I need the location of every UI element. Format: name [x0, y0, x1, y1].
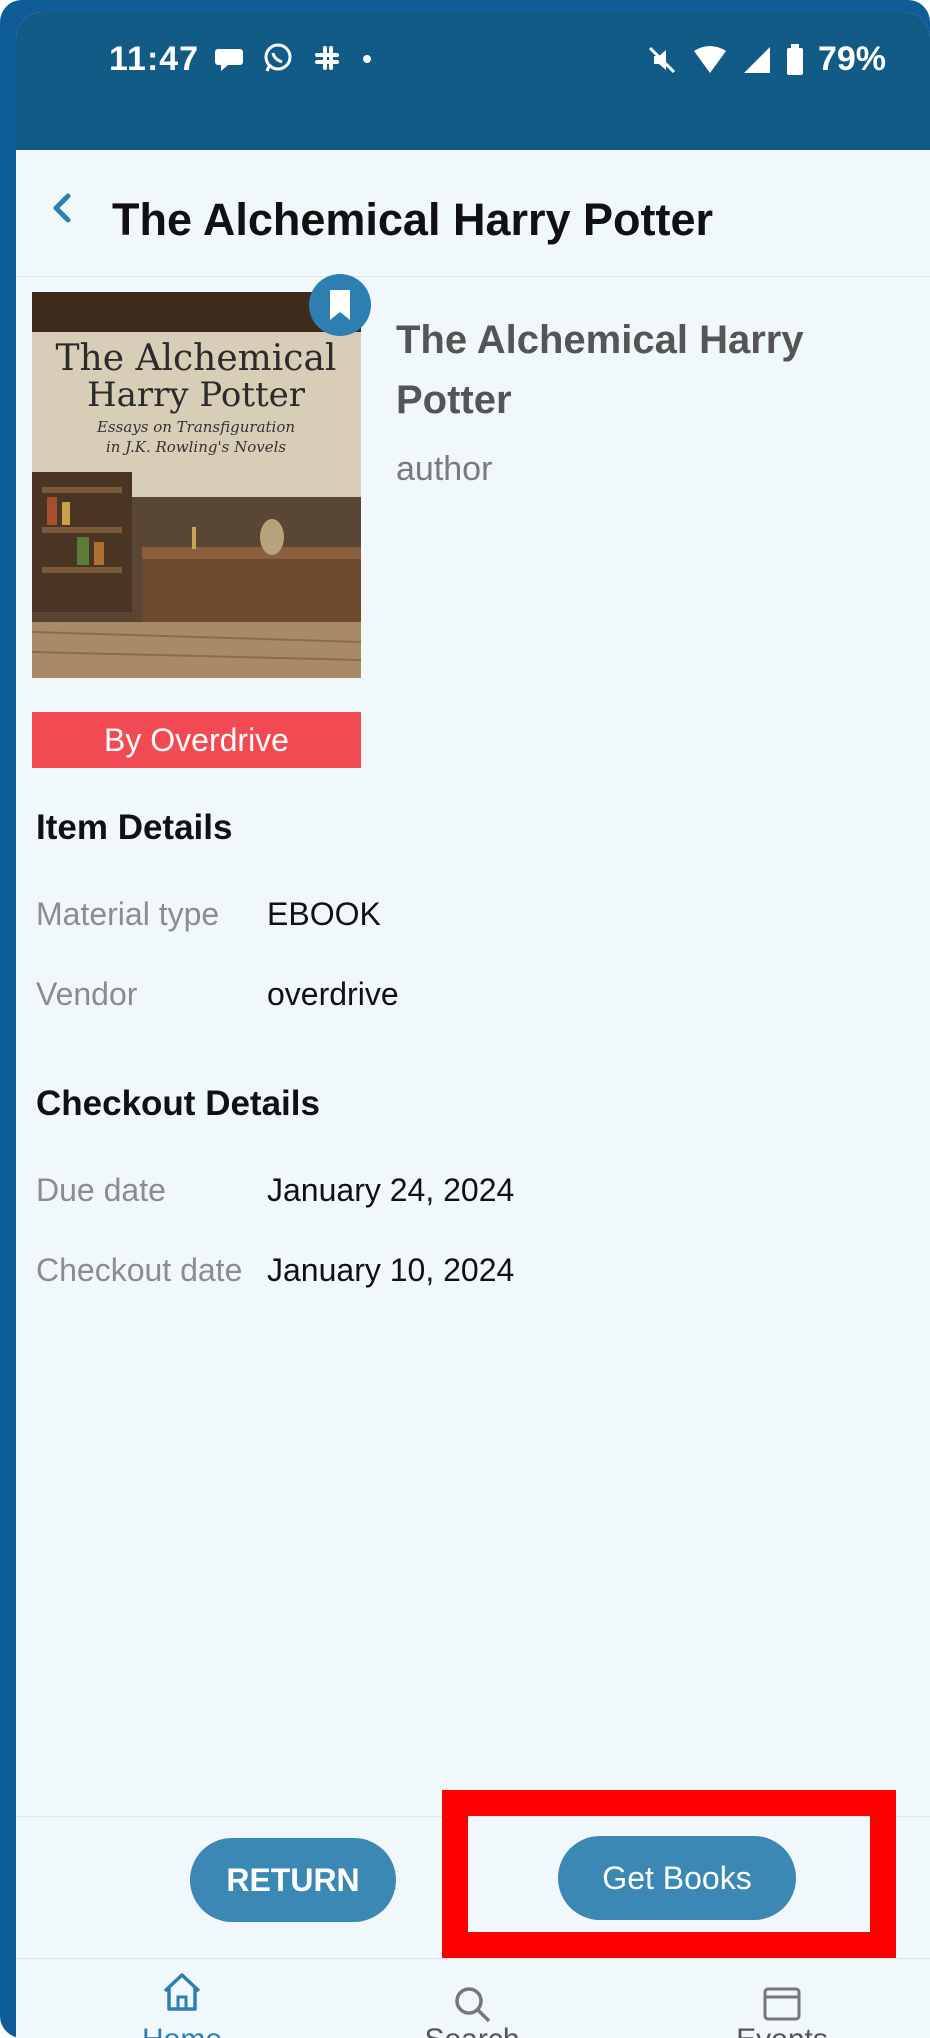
tab-events-label: Events — [682, 2023, 882, 2038]
vendor-value: overdrive — [267, 976, 399, 1012]
chat-bubble-icon — [215, 49, 243, 71]
events-icon — [763, 1987, 801, 2021]
whatsapp-icon — [264, 43, 292, 72]
book-cover-image: The Alchemical Harry Potter Essays on Tr… — [32, 292, 361, 678]
vendor-label: Vendor — [36, 976, 138, 1012]
wifi-icon — [693, 45, 726, 73]
system-icons: 79% — [646, 40, 886, 79]
checkout-details-heading: Checkout Details — [36, 1084, 320, 1123]
cover-subtitle-line2: in J.K. Rowling's Novels — [106, 438, 287, 456]
bookmark-button[interactable] — [309, 274, 371, 336]
tab-search[interactable]: Search — [372, 1959, 572, 2038]
book-title: The Alchemical Harry Potter — [396, 318, 804, 422]
bottom-tab-bar: Home Search Events — [16, 1958, 930, 2038]
cover-subtitle-line1: Essays on Transfiguration — [96, 418, 295, 436]
tab-home[interactable]: Home — [82, 1959, 282, 2038]
back-button[interactable] — [44, 186, 80, 234]
device-frame: 11:47 79% The Alchemical Harry Potter Th… — [0, 0, 930, 2038]
due-date-value: January 24, 2024 — [267, 1172, 515, 1208]
signal-icon — [743, 46, 770, 73]
mute-icon — [648, 46, 675, 73]
return-button[interactable]: RETURN — [190, 1838, 396, 1922]
cover-title-line2: Harry Potter — [87, 375, 306, 415]
slack-icon — [315, 46, 339, 70]
battery-icon — [786, 43, 803, 75]
notification-icons — [214, 42, 374, 74]
get-books-button[interactable]: Get Books — [558, 1836, 796, 1920]
tab-search-label: Search — [372, 2023, 572, 2038]
bookmark-icon — [330, 290, 350, 320]
checkout-date-value: January 10, 2024 — [267, 1252, 515, 1288]
book-cover[interactable]: The Alchemical Harry Potter Essays on Tr… — [32, 292, 361, 678]
app-header: The Alchemical Harry Potter — [16, 150, 930, 277]
material-type-value: EBOOK — [267, 896, 381, 932]
battery-percent: 79% — [817, 40, 886, 78]
tab-home-label: Home — [82, 2023, 282, 2038]
home-icon — [163, 1973, 201, 2011]
material-type-label: Material type — [36, 896, 220, 932]
item-details-heading: Item Details — [36, 808, 233, 847]
page-title: The Alchemical Harry Potter — [112, 194, 714, 245]
status-bar: 11:47 79% — [16, 12, 930, 150]
cover-title-line1: The Alchemical — [56, 338, 337, 379]
chevron-left-icon — [53, 193, 71, 223]
tab-events[interactable]: Events — [682, 1959, 882, 2038]
dot-icon — [363, 55, 371, 63]
status-time: 11:47 — [109, 40, 200, 78]
checkout-date-label: Checkout date — [36, 1252, 243, 1288]
screen: 11:47 79% The Alchemical Harry Potter Th… — [16, 12, 930, 2038]
due-date-label: Due date — [36, 1172, 166, 1208]
actions-divider — [16, 1816, 930, 1817]
book-author: author — [396, 450, 493, 488]
vendor-band: By Overdrive — [32, 712, 361, 768]
